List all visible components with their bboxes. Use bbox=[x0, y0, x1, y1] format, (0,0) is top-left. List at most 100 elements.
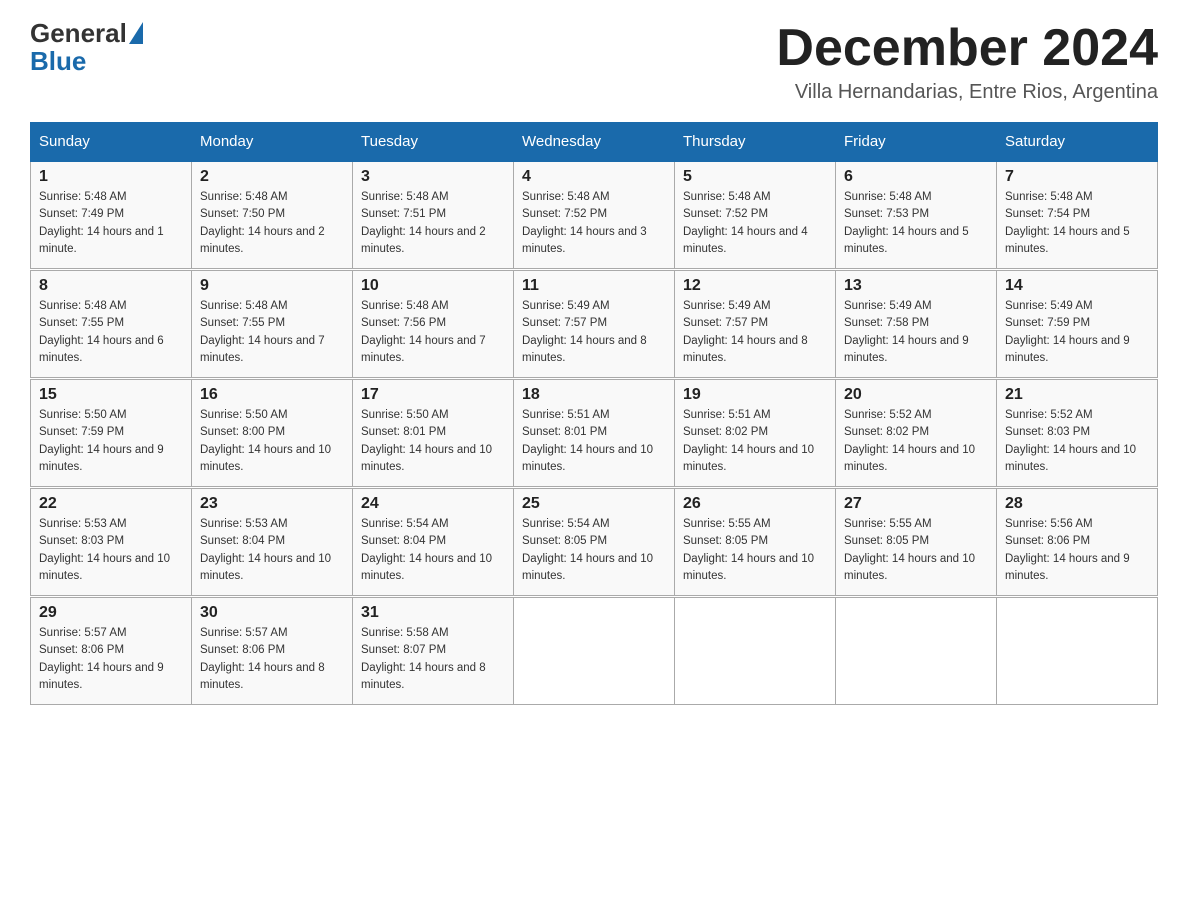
calendar-week-row: 1 Sunrise: 5:48 AMSunset: 7:49 PMDaylight… bbox=[31, 161, 1158, 269]
day-number: 27 bbox=[844, 495, 988, 513]
day-number: 29 bbox=[39, 604, 183, 622]
logo-triangle-icon bbox=[129, 22, 143, 44]
day-number: 28 bbox=[1005, 495, 1149, 513]
day-number: 3 bbox=[361, 168, 505, 186]
day-info: Sunrise: 5:52 AMSunset: 8:02 PMDaylight:… bbox=[844, 407, 988, 476]
day-info: Sunrise: 5:50 AMSunset: 8:00 PMDaylight:… bbox=[200, 407, 344, 476]
weekday-header-monday: Monday bbox=[192, 123, 353, 162]
day-info: Sunrise: 5:58 AMSunset: 8:07 PMDaylight:… bbox=[361, 625, 505, 694]
day-number: 16 bbox=[200, 386, 344, 404]
day-info: Sunrise: 5:48 AMSunset: 7:53 PMDaylight:… bbox=[844, 189, 988, 258]
day-info: Sunrise: 5:48 AMSunset: 7:51 PMDaylight:… bbox=[361, 189, 505, 258]
day-number: 7 bbox=[1005, 168, 1149, 186]
day-info: Sunrise: 5:48 AMSunset: 7:55 PMDaylight:… bbox=[200, 298, 344, 367]
calendar-cell-day-30: 30 Sunrise: 5:57 AMSunset: 8:06 PMDayligh… bbox=[192, 598, 353, 705]
calendar-cell-day-15: 15Sunrise: 5:50 AMSunset: 7:59 PMDayligh… bbox=[31, 380, 192, 487]
day-info: Sunrise: 5:49 AMSunset: 7:57 PMDaylight:… bbox=[522, 298, 666, 367]
calendar-cell-day-5: 5 Sunrise: 5:48 AMSunset: 7:52 PMDaylight… bbox=[675, 161, 836, 269]
day-info: Sunrise: 5:55 AMSunset: 8:05 PMDaylight:… bbox=[683, 516, 827, 585]
day-info: Sunrise: 5:48 AMSunset: 7:52 PMDaylight:… bbox=[522, 189, 666, 258]
empty-cell bbox=[836, 598, 997, 705]
empty-cell bbox=[997, 598, 1158, 705]
day-number: 11 bbox=[522, 277, 666, 295]
calendar-cell-day-31: 31Sunrise: 5:58 AMSunset: 8:07 PMDayligh… bbox=[353, 598, 514, 705]
day-info: Sunrise: 5:48 AMSunset: 7:49 PMDaylight:… bbox=[39, 189, 183, 258]
day-info: Sunrise: 5:53 AMSunset: 8:03 PMDaylight:… bbox=[39, 516, 183, 585]
day-number: 18 bbox=[522, 386, 666, 404]
logo-blue-text: Blue bbox=[30, 46, 86, 77]
calendar-cell-day-20: 20 Sunrise: 5:52 AMSunset: 8:02 PMDayligh… bbox=[836, 380, 997, 487]
day-info: Sunrise: 5:56 AMSunset: 8:06 PMDaylight:… bbox=[1005, 516, 1149, 585]
day-number: 24 bbox=[361, 495, 505, 513]
calendar-cell-day-13: 13 Sunrise: 5:49 AMSunset: 7:58 PMDayligh… bbox=[836, 271, 997, 378]
weekday-header-friday: Friday bbox=[836, 123, 997, 162]
calendar-cell-day-28: 28 Sunrise: 5:56 AMSunset: 8:06 PMDayligh… bbox=[997, 489, 1158, 596]
calendar-week-row: 22Sunrise: 5:53 AMSunset: 8:03 PMDayligh… bbox=[31, 489, 1158, 596]
calendar-cell-day-26: 26 Sunrise: 5:55 AMSunset: 8:05 PMDayligh… bbox=[675, 489, 836, 596]
logo: General Blue bbox=[30, 20, 145, 77]
location-title: Villa Hernandarias, Entre Rios, Argentin… bbox=[776, 81, 1158, 104]
calendar-cell-day-11: 11 Sunrise: 5:49 AMSunset: 7:57 PMDayligh… bbox=[514, 271, 675, 378]
day-number: 13 bbox=[844, 277, 988, 295]
day-info: Sunrise: 5:54 AMSunset: 8:05 PMDaylight:… bbox=[522, 516, 666, 585]
day-number: 21 bbox=[1005, 386, 1149, 404]
day-number: 8 bbox=[39, 277, 183, 295]
day-number: 30 bbox=[200, 604, 344, 622]
day-info: Sunrise: 5:57 AMSunset: 8:06 PMDaylight:… bbox=[200, 625, 344, 694]
calendar-cell-day-9: 9 Sunrise: 5:48 AMSunset: 7:55 PMDaylight… bbox=[192, 271, 353, 378]
calendar-week-row: 29 Sunrise: 5:57 AMSunset: 8:06 PMDayligh… bbox=[31, 598, 1158, 705]
weekday-header-saturday: Saturday bbox=[997, 123, 1158, 162]
calendar-cell-day-14: 14 Sunrise: 5:49 AMSunset: 7:59 PMDayligh… bbox=[997, 271, 1158, 378]
day-number: 6 bbox=[844, 168, 988, 186]
day-info: Sunrise: 5:49 AMSunset: 7:58 PMDaylight:… bbox=[844, 298, 988, 367]
calendar-cell-day-6: 6 Sunrise: 5:48 AMSunset: 7:53 PMDaylight… bbox=[836, 161, 997, 269]
day-info: Sunrise: 5:50 AMSunset: 8:01 PMDaylight:… bbox=[361, 407, 505, 476]
day-number: 14 bbox=[1005, 277, 1149, 295]
day-number: 25 bbox=[522, 495, 666, 513]
day-info: Sunrise: 5:51 AMSunset: 8:02 PMDaylight:… bbox=[683, 407, 827, 476]
day-number: 4 bbox=[522, 168, 666, 186]
day-number: 10 bbox=[361, 277, 505, 295]
day-number: 12 bbox=[683, 277, 827, 295]
day-number: 23 bbox=[200, 495, 344, 513]
day-info: Sunrise: 5:48 AMSunset: 7:56 PMDaylight:… bbox=[361, 298, 505, 367]
weekday-header-thursday: Thursday bbox=[675, 123, 836, 162]
calendar-week-row: 8 Sunrise: 5:48 AMSunset: 7:55 PMDaylight… bbox=[31, 271, 1158, 378]
day-info: Sunrise: 5:48 AMSunset: 7:50 PMDaylight:… bbox=[200, 189, 344, 258]
calendar-cell-day-19: 19 Sunrise: 5:51 AMSunset: 8:02 PMDayligh… bbox=[675, 380, 836, 487]
day-info: Sunrise: 5:54 AMSunset: 8:04 PMDaylight:… bbox=[361, 516, 505, 585]
calendar-cell-day-2: 2Sunrise: 5:48 AMSunset: 7:50 PMDaylight… bbox=[192, 161, 353, 269]
day-info: Sunrise: 5:50 AMSunset: 7:59 PMDaylight:… bbox=[39, 407, 183, 476]
calendar-cell-day-1: 1 Sunrise: 5:48 AMSunset: 7:49 PMDaylight… bbox=[31, 161, 192, 269]
calendar-cell-day-3: 3 Sunrise: 5:48 AMSunset: 7:51 PMDaylight… bbox=[353, 161, 514, 269]
day-number: 19 bbox=[683, 386, 827, 404]
day-number: 1 bbox=[39, 168, 183, 186]
day-info: Sunrise: 5:52 AMSunset: 8:03 PMDaylight:… bbox=[1005, 407, 1149, 476]
day-info: Sunrise: 5:49 AMSunset: 7:57 PMDaylight:… bbox=[683, 298, 827, 367]
calendar-cell-day-10: 10 Sunrise: 5:48 AMSunset: 7:56 PMDayligh… bbox=[353, 271, 514, 378]
weekday-header-sunday: Sunday bbox=[31, 123, 192, 162]
day-info: Sunrise: 5:55 AMSunset: 8:05 PMDaylight:… bbox=[844, 516, 988, 585]
calendar-cell-day-24: 24 Sunrise: 5:54 AMSunset: 8:04 PMDayligh… bbox=[353, 489, 514, 596]
calendar-cell-day-25: 25 Sunrise: 5:54 AMSunset: 8:05 PMDayligh… bbox=[514, 489, 675, 596]
day-info: Sunrise: 5:48 AMSunset: 7:54 PMDaylight:… bbox=[1005, 189, 1149, 258]
calendar-cell-day-29: 29 Sunrise: 5:57 AMSunset: 8:06 PMDayligh… bbox=[31, 598, 192, 705]
weekday-header-tuesday: Tuesday bbox=[353, 123, 514, 162]
day-info: Sunrise: 5:49 AMSunset: 7:59 PMDaylight:… bbox=[1005, 298, 1149, 367]
calendar-cell-day-4: 4 Sunrise: 5:48 AMSunset: 7:52 PMDaylight… bbox=[514, 161, 675, 269]
calendar-cell-day-18: 18Sunrise: 5:51 AMSunset: 8:01 PMDayligh… bbox=[514, 380, 675, 487]
day-info: Sunrise: 5:53 AMSunset: 8:04 PMDaylight:… bbox=[200, 516, 344, 585]
month-title: December 2024 bbox=[776, 20, 1158, 77]
day-number: 5 bbox=[683, 168, 827, 186]
calendar-table: SundayMondayTuesdayWednesdayThursdayFrid… bbox=[30, 122, 1158, 705]
weekday-header-row: SundayMondayTuesdayWednesdayThursdayFrid… bbox=[31, 123, 1158, 162]
day-number: 17 bbox=[361, 386, 505, 404]
weekday-header-wednesday: Wednesday bbox=[514, 123, 675, 162]
day-number: 26 bbox=[683, 495, 827, 513]
day-info: Sunrise: 5:57 AMSunset: 8:06 PMDaylight:… bbox=[39, 625, 183, 694]
day-number: 9 bbox=[200, 277, 344, 295]
calendar-cell-day-21: 21 Sunrise: 5:52 AMSunset: 8:03 PMDayligh… bbox=[997, 380, 1158, 487]
day-number: 20 bbox=[844, 386, 988, 404]
day-info: Sunrise: 5:48 AMSunset: 7:52 PMDaylight:… bbox=[683, 189, 827, 258]
page-header: General Blue December 2024 Villa Hernand… bbox=[30, 20, 1158, 104]
